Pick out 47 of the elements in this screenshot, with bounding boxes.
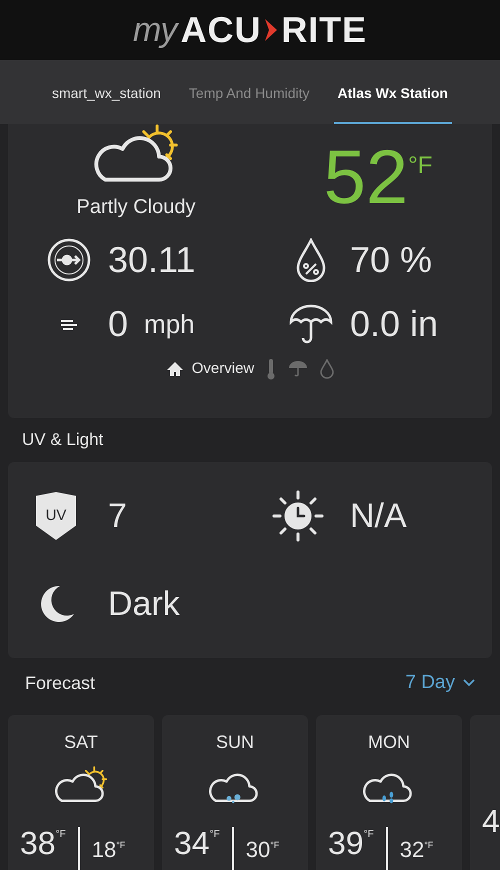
logo-text: RITE [281,8,367,52]
umbrella-icon[interactable] [288,360,308,378]
section-title: UV & Light [22,429,104,452]
temperature-unit: °F [56,828,66,842]
humidity-drop-icon [295,238,327,282]
temperature-unit: °F [116,839,126,852]
reading-value: 7 [108,499,127,533]
home-icon [166,360,184,377]
reading-value: N/A [350,499,407,533]
low-temperature: 18 [92,839,116,861]
thermometer-icon[interactable] [266,358,276,380]
temperature-unit: °F [270,839,280,852]
chevron-logo-icon [265,19,278,41]
temperature-unit: °F [424,839,434,852]
temperature-unit: °F [364,828,374,842]
low-temperature: 32 [400,839,424,861]
high-temperature: 4 [482,805,500,837]
range-dropdown[interactable]: 7 Day [405,668,475,698]
reading-value: 30.11 [108,242,196,278]
overview-link[interactable]: Overview [192,358,254,380]
tab[interactable]: smart_wx_station [48,60,165,124]
umbrella-icon [289,304,333,344]
temperature-unit: °F [408,151,432,181]
low-temperature: 30 [246,839,270,861]
day-label: MON [368,731,410,751]
reading-unit: mph [144,310,195,337]
day-label: SUN [216,731,254,751]
temperature-unit: °F [210,828,220,842]
gauge-icon [47,238,91,282]
chevron-down-icon [463,679,475,687]
reading-value: 0.0 in [350,306,438,342]
tab[interactable]: Temp And Humidity [184,60,314,124]
reading-value: 0 [108,306,128,342]
logo-prefix: my [133,10,177,50]
high-temperature: 39 [328,827,364,859]
condition-label: Partly Cloudy [76,194,196,220]
drop-icon[interactable] [320,358,334,379]
reading-value: Dark [108,587,180,621]
uv-shield-badge: UV [36,492,76,540]
reading-value: 70 % [350,242,432,278]
high-temperature: 34 [174,827,210,859]
day-label: SAT [64,731,98,751]
logo-text: ACU [180,8,262,52]
section-title: Forecast [25,672,96,694]
sun-clock-icon [272,490,324,542]
temperature-value: 52 [324,140,408,216]
high-temperature: 38 [20,827,56,859]
